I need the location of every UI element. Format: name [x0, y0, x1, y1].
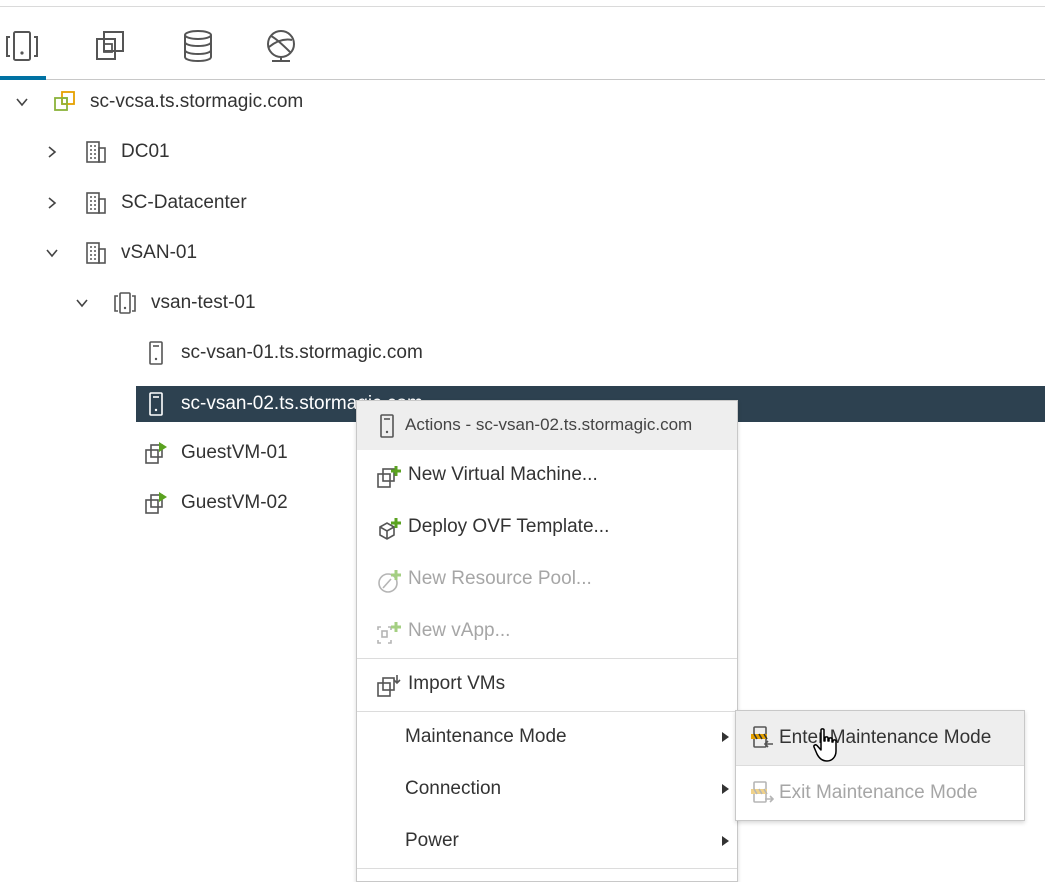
- vapp-icon: [376, 620, 402, 646]
- resource-pool-icon: [376, 568, 402, 594]
- menu-item-label: Power: [405, 830, 459, 851]
- chevron-right-icon[interactable]: [42, 142, 62, 162]
- navigator-tab-bar: [0, 7, 1045, 80]
- database-icon: [184, 30, 212, 63]
- menu-item-enter-maintenance-mode[interactable]: Enter Maintenance Mode: [736, 711, 1024, 765]
- menu-item-import-vms[interactable]: Import VMs: [357, 659, 737, 711]
- menu-item-label: New vApp...: [408, 620, 511, 641]
- menu-item-label: New Virtual Machine...: [408, 464, 598, 485]
- cluster-icon: [113, 291, 137, 315]
- menu-item-power[interactable]: Power: [357, 816, 737, 868]
- menu-item-label: Connection: [405, 778, 502, 799]
- menu-item-maintenance-mode[interactable]: Maintenance Mode: [357, 712, 737, 764]
- menu-item-label: Maintenance Mode: [405, 726, 567, 747]
- exit-maintenance-icon: [750, 781, 775, 805]
- import-vms-icon: [376, 673, 402, 699]
- tree-label: sc-vsan-01.ts.stormagic.com: [181, 342, 423, 363]
- host-server-icon: [144, 392, 168, 416]
- menu-item-new-virtual-machine[interactable]: New Virtual Machine...: [357, 450, 737, 502]
- tree-node-sc-datacenter[interactable]: SC-Datacenter: [0, 178, 400, 228]
- deploy-ovf-icon: [376, 516, 402, 542]
- tab-hosts-and-clusters[interactable]: [0, 7, 46, 80]
- tree-label: SC-Datacenter: [121, 192, 247, 213]
- maintenance-mode-submenu: Enter Maintenance Mode Exit Maintenance …: [735, 710, 1025, 821]
- chevron-right-icon[interactable]: [42, 193, 62, 213]
- menu-item-exit-maintenance-mode: Exit Maintenance Mode: [736, 766, 1024, 820]
- hand-pointer-icon: [813, 728, 837, 762]
- tab-vms-and-templates[interactable]: [88, 7, 132, 79]
- host-server-icon: [377, 414, 397, 438]
- submenu-arrow-icon: [722, 836, 729, 846]
- submenu-arrow-icon: [722, 732, 729, 742]
- datacenter-icon: [84, 241, 108, 265]
- context-menu-title: Actions - sc-vsan-02.ts.stormagic.com: [405, 415, 693, 434]
- context-menu: Actions - sc-vsan-02.ts.stormagic.com Ne…: [356, 400, 738, 882]
- menu-item-new-vapp: New vApp...: [357, 606, 737, 658]
- tree-node-host-1[interactable]: sc-vsan-01.ts.stormagic.com: [136, 328, 536, 378]
- tree-node-cluster[interactable]: vsan-test-01: [0, 278, 400, 328]
- host-server-icon: [144, 341, 168, 365]
- menu-item-new-resource-pool: New Resource Pool...: [357, 554, 737, 606]
- menu-item-deploy-ovf-template[interactable]: Deploy OVF Template...: [357, 502, 737, 554]
- submenu-arrow-icon: [722, 784, 729, 794]
- tree-node-vcenter[interactable]: sc-vcsa.ts.stormagic.com: [0, 77, 400, 127]
- tree-label: GuestVM-02: [181, 492, 288, 513]
- context-menu-header: Actions - sc-vsan-02.ts.stormagic.com: [357, 401, 737, 450]
- menu-item-label: New Resource Pool...: [408, 568, 592, 589]
- datacenter-icon: [84, 140, 108, 164]
- chevron-down-icon[interactable]: [42, 243, 62, 263]
- menu-item-label: Deploy OVF Template...: [408, 516, 610, 537]
- vms-templates-icon: [96, 31, 124, 60]
- tab-storage[interactable]: [175, 7, 219, 79]
- tab-networking[interactable]: [258, 7, 302, 79]
- menu-item-label: Import VMs: [408, 673, 506, 694]
- tree-label: GuestVM-01: [181, 442, 288, 463]
- tree-label: DC01: [121, 141, 170, 162]
- menu-separator: [357, 868, 737, 869]
- tree-label: vsan-test-01: [151, 292, 256, 313]
- tree-label: vSAN-01: [121, 242, 198, 263]
- vm-powered-on-icon: [144, 441, 168, 465]
- vcenter-icon: [53, 90, 77, 114]
- enter-maintenance-icon: [750, 726, 774, 750]
- tree-node-dc01[interactable]: DC01: [0, 127, 400, 177]
- menu-item-label: Exit Maintenance Mode: [779, 782, 978, 803]
- datacenter-icon: [84, 191, 108, 215]
- menu-item-connection[interactable]: Connection: [357, 764, 737, 816]
- network-globe-icon: [267, 30, 295, 62]
- tree-node-vsan-01[interactable]: vSAN-01: [0, 228, 400, 278]
- hosts-clusters-icon: [6, 31, 38, 61]
- chevron-down-icon[interactable]: [72, 293, 92, 313]
- vm-powered-on-icon: [144, 491, 168, 515]
- chevron-down-icon[interactable]: [12, 92, 32, 112]
- new-vm-icon: [376, 464, 402, 490]
- menu-item-label: Enter Maintenance Mode: [779, 727, 992, 748]
- tree-label: sc-vcsa.ts.stormagic.com: [90, 91, 304, 112]
